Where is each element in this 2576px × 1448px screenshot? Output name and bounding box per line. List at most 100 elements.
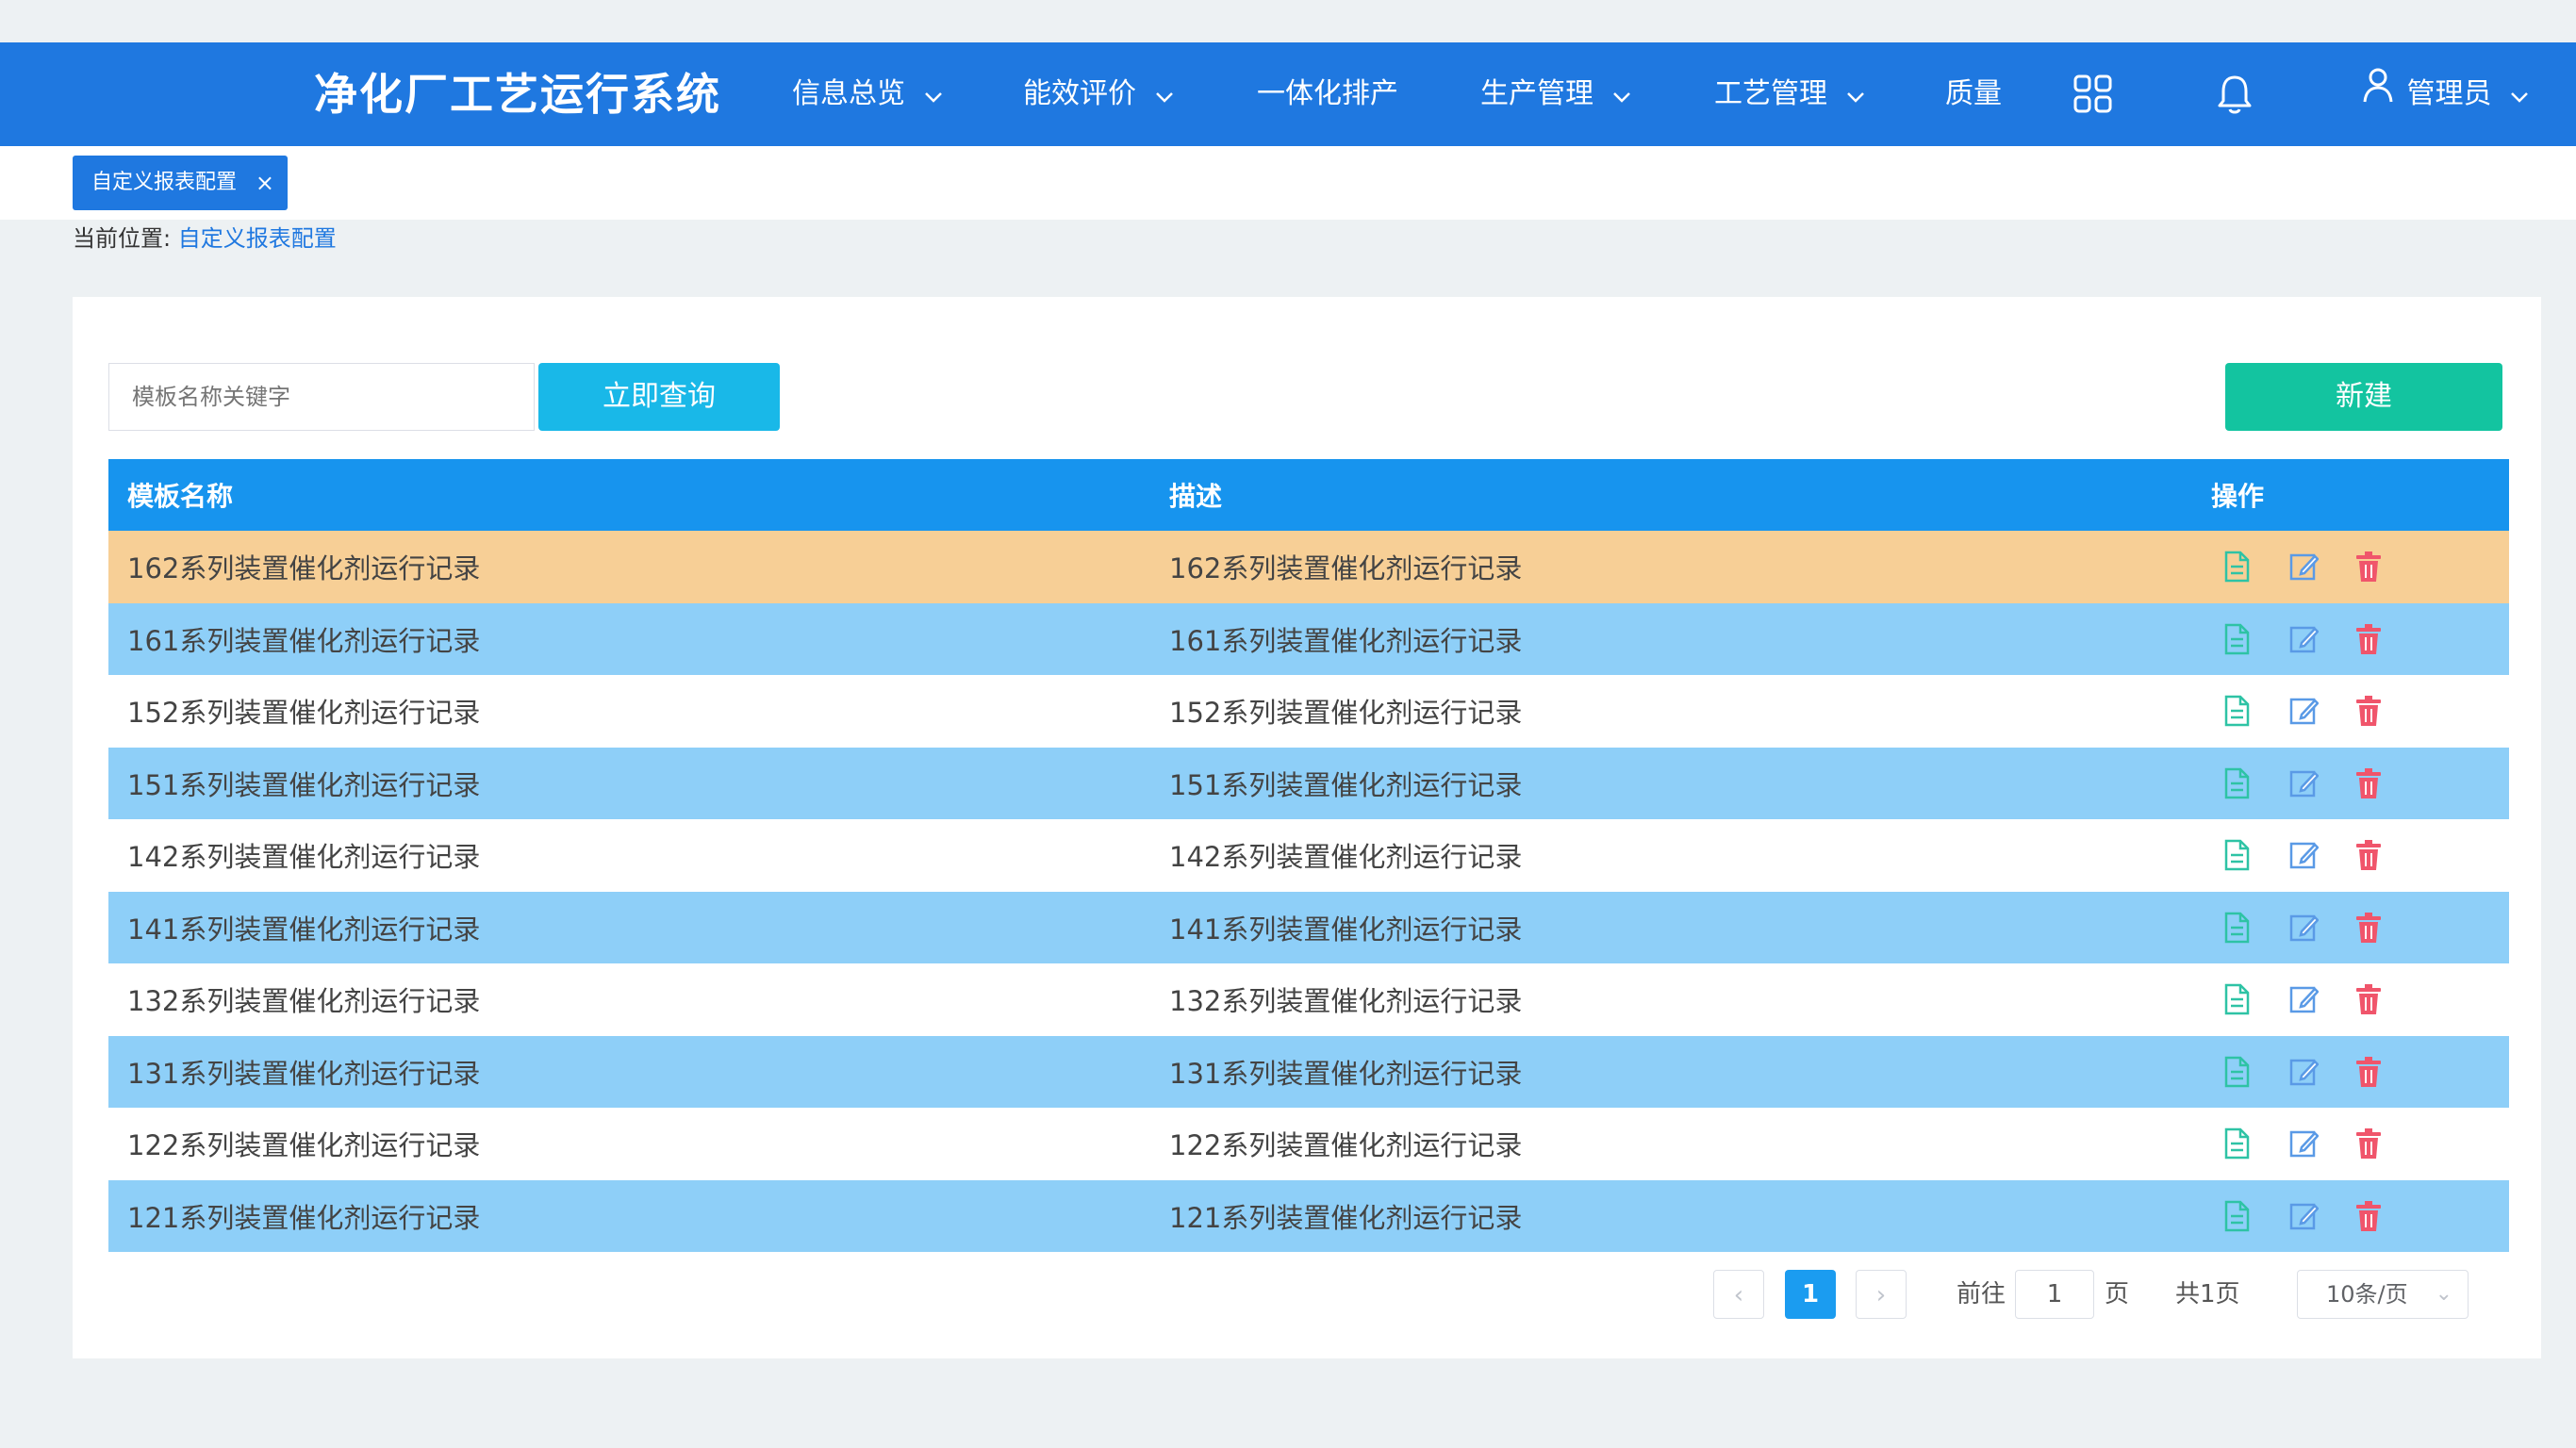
user-menu[interactable]: 管理员 bbox=[2362, 42, 2529, 146]
table-row[interactable]: 141系列装置催化剂运行记录 141系列装置催化剂运行记录 bbox=[108, 891, 2509, 963]
total-pages: 共1页 bbox=[2175, 1280, 2240, 1308]
nav-item-efficiency[interactable]: 能效评价 bbox=[1023, 42, 1174, 146]
page-number-current[interactable]: 1 bbox=[1785, 1270, 1836, 1319]
edit-icon[interactable] bbox=[2288, 1200, 2320, 1232]
nav-item-quality[interactable]: 质量 bbox=[1945, 42, 2002, 146]
page-size-select[interactable]: 10条/页 ⌄ bbox=[2297, 1270, 2469, 1319]
nav-label: 质量 bbox=[1945, 77, 2002, 110]
edit-icon[interactable] bbox=[2288, 623, 2320, 655]
apps-grid-icon[interactable] bbox=[2070, 71, 2117, 118]
document-icon[interactable] bbox=[2222, 1056, 2253, 1088]
edit-icon[interactable] bbox=[2288, 1127, 2320, 1160]
row-actions bbox=[2211, 695, 2508, 727]
table-row[interactable]: 142系列装置催化剂运行记录 142系列装置催化剂运行记录 bbox=[108, 819, 2509, 892]
search-input[interactable] bbox=[108, 363, 535, 431]
edit-icon[interactable] bbox=[2288, 912, 2320, 944]
cell-description: 152系列装置催化剂运行记录 bbox=[1150, 675, 2192, 748]
edit-icon[interactable] bbox=[2288, 695, 2320, 727]
cell-description: 122系列装置催化剂运行记录 bbox=[1150, 1108, 2192, 1180]
cell-description: 141系列装置催化剂运行记录 bbox=[1150, 891, 2192, 963]
tab-custom-report[interactable]: 自定义报表配置 × bbox=[73, 156, 288, 210]
table-row[interactable]: 161系列装置催化剂运行记录 161系列装置催化剂运行记录 bbox=[108, 602, 2509, 675]
table-row[interactable]: 151系列装置催化剂运行记录 151系列装置催化剂运行记录 bbox=[108, 747, 2509, 819]
cell-template-name: 142系列装置催化剂运行记录 bbox=[108, 819, 1150, 892]
nav-item-scheduling[interactable]: 一体化排产 bbox=[1257, 42, 1398, 146]
template-table: 模板名称 描述 操作 162系列装置催化剂运行记录 162系列装置催化剂运行记录 1… bbox=[108, 459, 2509, 1252]
cell-template-name: 161系列装置催化剂运行记录 bbox=[108, 602, 1150, 675]
nav-label: 一体化排产 bbox=[1257, 77, 1398, 110]
user-icon bbox=[2362, 43, 2394, 147]
chevron-right-icon: › bbox=[1875, 1281, 1887, 1309]
row-actions bbox=[2211, 839, 2508, 871]
tab-strip: 自定义报表配置 × bbox=[0, 146, 2576, 220]
trash-icon[interactable] bbox=[2354, 623, 2385, 655]
table-row[interactable]: 122系列装置催化剂运行记录 122系列装置催化剂运行记录 bbox=[108, 1108, 2509, 1180]
table-header-row: 模板名称 描述 操作 bbox=[108, 459, 2509, 531]
document-icon[interactable] bbox=[2222, 767, 2253, 799]
cell-description: 162系列装置催化剂运行记录 bbox=[1150, 531, 2192, 603]
trash-icon[interactable] bbox=[2354, 767, 2385, 799]
goto-page-input[interactable]: 1 bbox=[2015, 1270, 2094, 1319]
nav-item-process[interactable]: 工艺管理 bbox=[1714, 42, 1865, 146]
chevron-down-icon bbox=[1612, 43, 1631, 147]
next-page-button[interactable]: › bbox=[1856, 1270, 1907, 1319]
trash-icon[interactable] bbox=[2354, 551, 2385, 583]
cell-template-name: 151系列装置催化剂运行记录 bbox=[108, 747, 1150, 819]
breadcrumb-current[interactable]: 自定义报表配置 bbox=[178, 225, 337, 252]
tab-label: 自定义报表配置 bbox=[91, 171, 238, 194]
query-button[interactable]: 立即查询 bbox=[538, 363, 780, 431]
close-icon[interactable]: × bbox=[256, 156, 274, 210]
table-row[interactable]: 121系列装置催化剂运行记录 121系列装置催化剂运行记录 bbox=[108, 1179, 2509, 1252]
document-icon[interactable] bbox=[2222, 912, 2253, 944]
cell-template-name: 121系列装置催化剂运行记录 bbox=[108, 1179, 1150, 1252]
document-icon[interactable] bbox=[2222, 1200, 2253, 1232]
breadcrumb: 当前位置: 自定义报表配置 bbox=[73, 224, 337, 253]
cell-description: 142系列装置催化剂运行记录 bbox=[1150, 819, 2192, 892]
document-icon[interactable] bbox=[2222, 695, 2253, 727]
trash-icon[interactable] bbox=[2354, 839, 2385, 871]
cell-template-name: 122系列装置催化剂运行记录 bbox=[108, 1108, 1150, 1180]
edit-icon[interactable] bbox=[2288, 551, 2320, 583]
chevron-down-icon: ⌄ bbox=[2435, 1282, 2452, 1306]
trash-icon[interactable] bbox=[2354, 983, 2385, 1015]
edit-icon[interactable] bbox=[2288, 839, 2320, 871]
trash-icon[interactable] bbox=[2354, 1056, 2385, 1088]
row-actions bbox=[2211, 623, 2508, 655]
cell-actions bbox=[2192, 819, 2509, 892]
row-actions bbox=[2211, 767, 2508, 799]
trash-icon[interactable] bbox=[2354, 912, 2385, 944]
cell-template-name: 132系列装置催化剂运行记录 bbox=[108, 963, 1150, 1036]
trash-icon[interactable] bbox=[2354, 1200, 2385, 1232]
nav-item-production[interactable]: 生产管理 bbox=[1480, 42, 1631, 146]
row-actions bbox=[2211, 551, 2508, 583]
prev-page-button[interactable]: ‹ bbox=[1713, 1270, 1764, 1319]
document-icon[interactable] bbox=[2222, 623, 2253, 655]
table-row[interactable]: 152系列装置催化剂运行记录 152系列装置催化剂运行记录 bbox=[108, 675, 2509, 748]
table-row[interactable]: 131系列装置催化剂运行记录 131系列装置催化剂运行记录 bbox=[108, 1035, 2509, 1108]
bell-icon[interactable] bbox=[2211, 71, 2258, 118]
trash-icon[interactable] bbox=[2354, 695, 2385, 727]
row-actions bbox=[2211, 1056, 2508, 1088]
edit-icon[interactable] bbox=[2288, 1056, 2320, 1088]
cell-description: 132系列装置催化剂运行记录 bbox=[1150, 963, 2192, 1036]
edit-icon[interactable] bbox=[2288, 983, 2320, 1015]
trash-icon[interactable] bbox=[2354, 1127, 2385, 1160]
document-icon[interactable] bbox=[2222, 983, 2253, 1015]
new-button[interactable]: 新建 bbox=[2225, 363, 2502, 431]
chevron-left-icon: ‹ bbox=[1733, 1281, 1744, 1309]
table-row[interactable]: 132系列装置催化剂运行记录 132系列装置催化剂运行记录 bbox=[108, 963, 2509, 1036]
document-icon[interactable] bbox=[2222, 1127, 2253, 1160]
edit-icon[interactable] bbox=[2288, 767, 2320, 799]
document-icon[interactable] bbox=[2222, 839, 2253, 871]
table-row[interactable]: 162系列装置催化剂运行记录 162系列装置催化剂运行记录 bbox=[108, 531, 2509, 603]
column-header-description[interactable]: 描述 bbox=[1150, 459, 2192, 531]
row-actions bbox=[2211, 983, 2508, 1015]
column-header-template-name[interactable]: 模板名称 bbox=[108, 459, 1150, 531]
document-icon[interactable] bbox=[2222, 551, 2253, 583]
cell-template-name: 141系列装置催化剂运行记录 bbox=[108, 891, 1150, 963]
cell-template-name: 162系列装置催化剂运行记录 bbox=[108, 531, 1150, 603]
column-header-actions: 操作 bbox=[2192, 459, 2509, 531]
cell-template-name: 131系列装置催化剂运行记录 bbox=[108, 1035, 1150, 1108]
cell-actions bbox=[2192, 891, 2509, 963]
nav-item-info-overview[interactable]: 信息总览 bbox=[792, 42, 943, 146]
